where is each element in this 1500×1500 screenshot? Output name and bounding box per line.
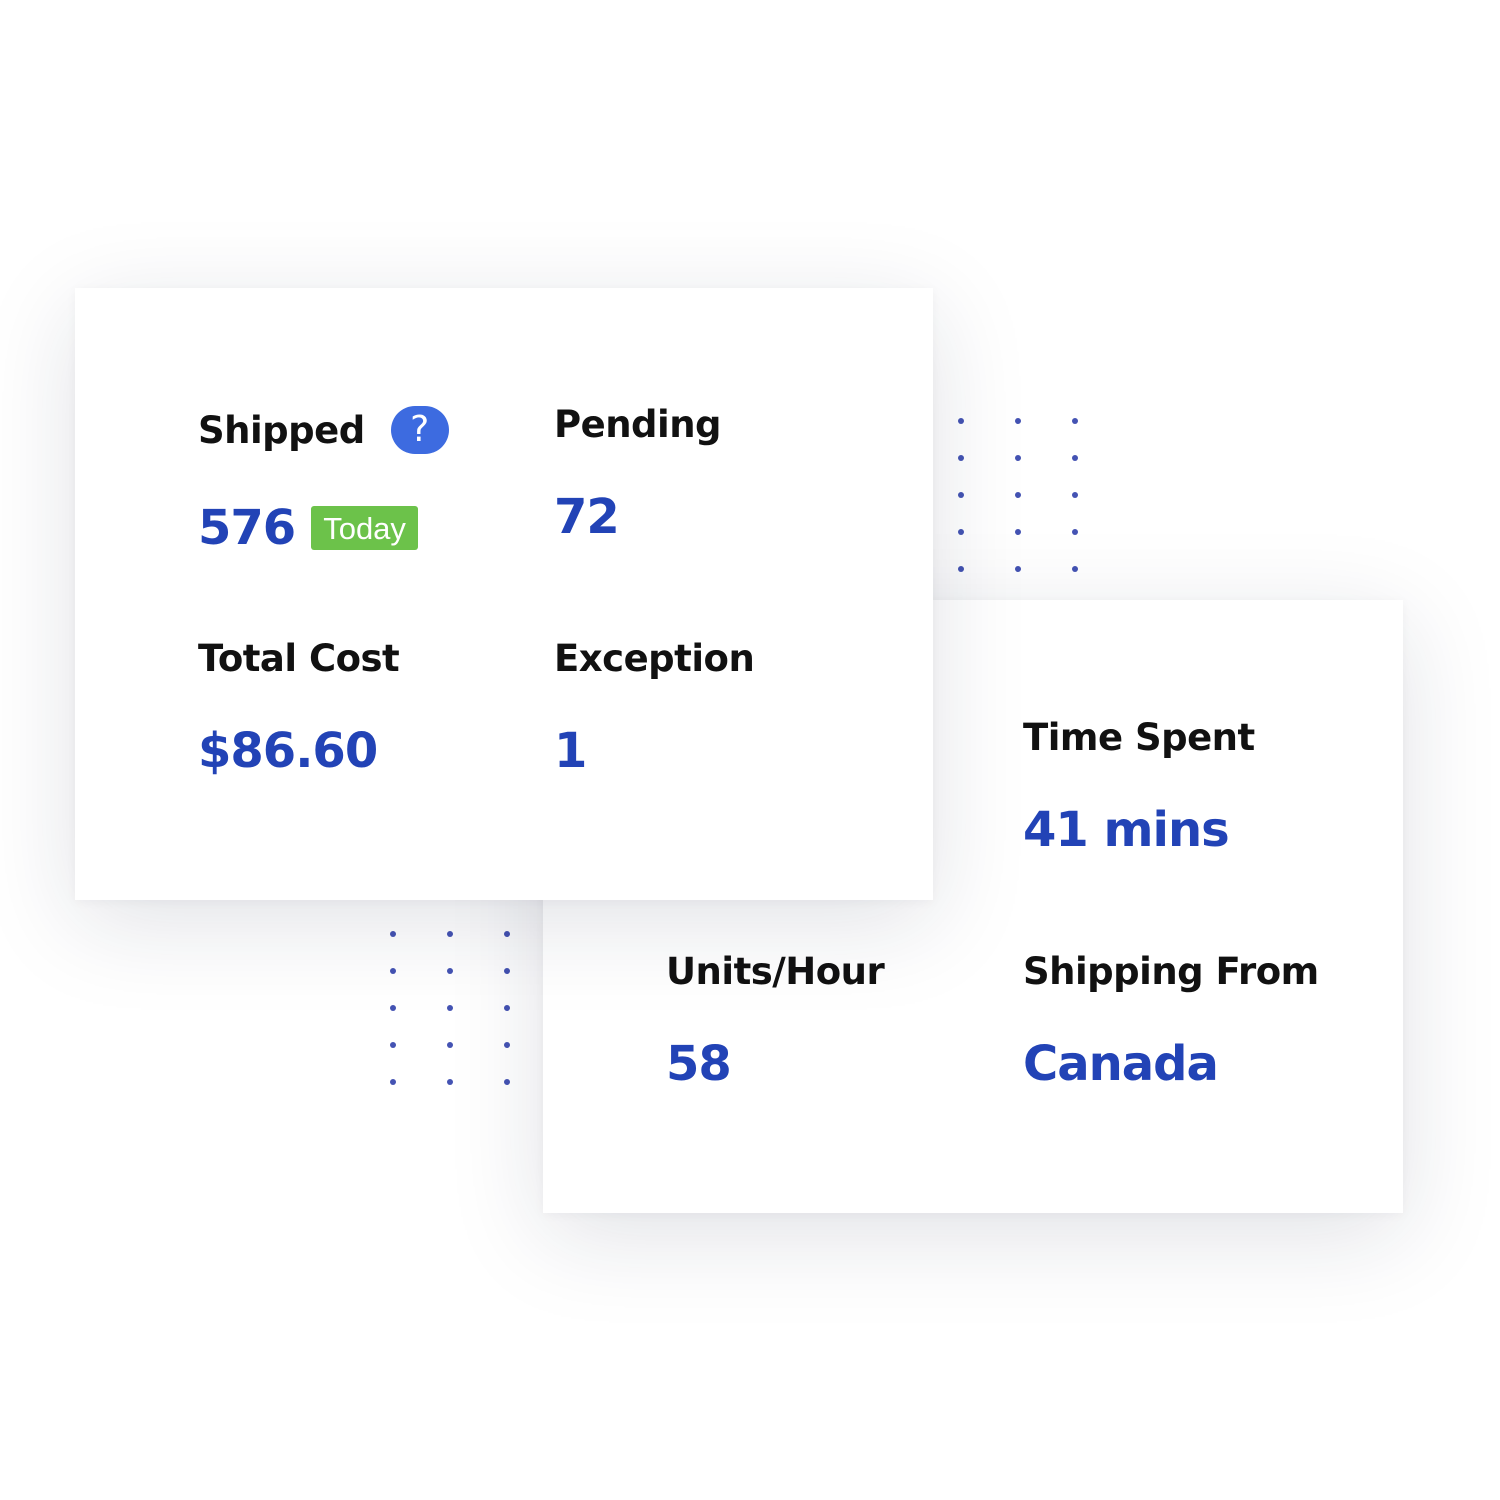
shipped-label-row: Shipped ? <box>198 406 449 454</box>
total-cost-label: Total Cost <box>198 637 400 680</box>
shipped-value-row: 576 Today <box>198 504 449 552</box>
metric-pending: Pending 72 <box>554 403 722 545</box>
today-badge: Today <box>311 506 418 550</box>
summary-card: Shipped ? 576 Today Pending 72 Total Cos… <box>75 288 933 900</box>
decorative-dot-grid <box>390 931 510 1085</box>
pending-label: Pending <box>554 403 722 446</box>
pending-value: 72 <box>554 489 620 545</box>
metric-shipped: Shipped ? 576 Today <box>198 406 449 552</box>
metric-total-cost: Total Cost $86.60 <box>198 637 400 779</box>
metric-exception: Exception 1 <box>554 637 755 779</box>
stage: Time Spent 41 mins Units/Hour 58 Shippin… <box>0 0 1500 1500</box>
shipping-from-value: Canada <box>1023 1036 1219 1092</box>
total-cost-value: $86.60 <box>198 723 378 779</box>
metric-units-per-hour: Units/Hour 58 <box>666 950 885 1092</box>
exception-value: 1 <box>554 723 587 779</box>
units-per-hour-label: Units/Hour <box>666 950 885 993</box>
shipped-label: Shipped <box>198 408 365 452</box>
metric-shipping-from: Shipping From Canada <box>1023 953 1319 1088</box>
shipping-from-label: Shipping From <box>1023 950 1319 993</box>
units-per-hour-value: 58 <box>666 1036 732 1092</box>
time-spent-label: Time Spent <box>1023 716 1255 759</box>
exception-label: Exception <box>554 637 755 680</box>
help-icon[interactable]: ? <box>390 406 449 454</box>
metric-time-spent: Time Spent 41 mins <box>1023 719 1255 854</box>
time-spent-value: 41 mins <box>1023 802 1230 858</box>
decorative-dot-grid <box>958 418 1078 572</box>
shipped-value: 576 <box>198 500 296 556</box>
